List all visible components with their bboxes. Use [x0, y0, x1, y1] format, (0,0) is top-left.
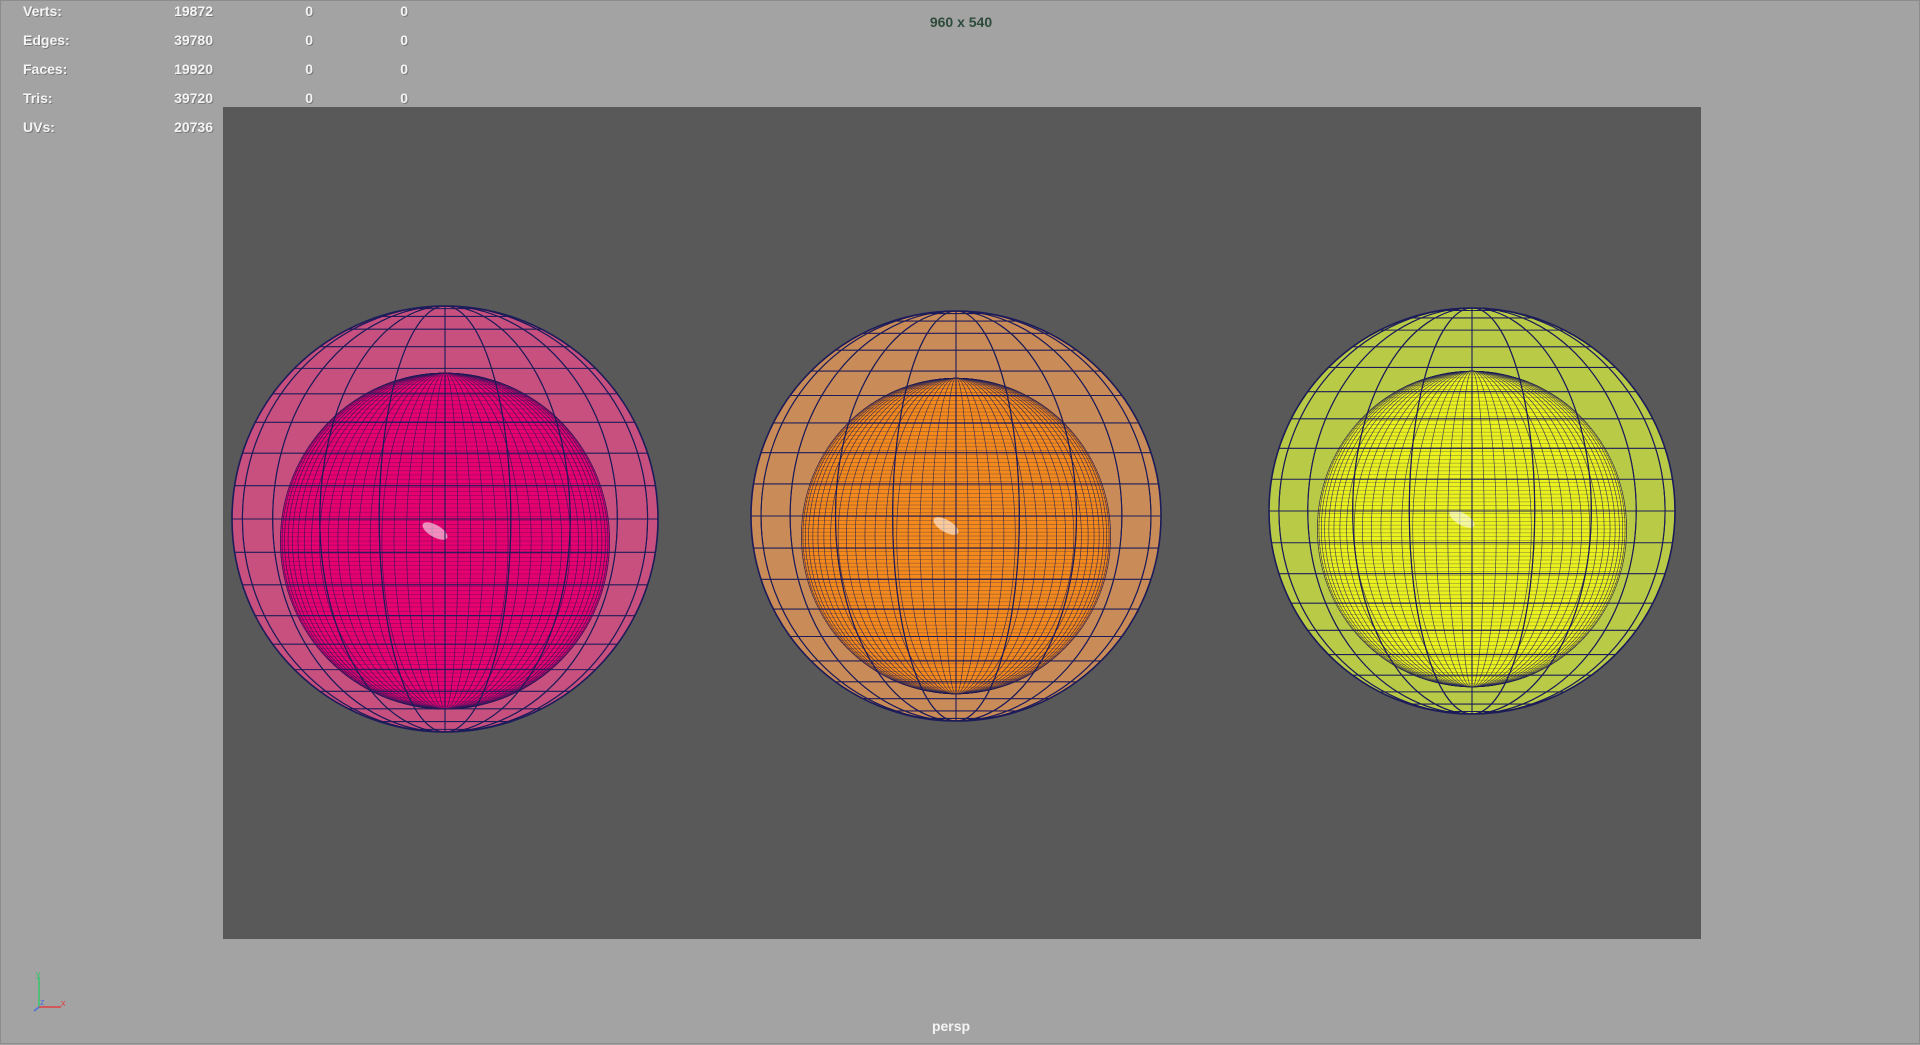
camera-name-label: persp [931, 1018, 971, 1034]
sphere-pink[interactable] [231, 305, 659, 733]
scene-objects [231, 305, 1676, 733]
3d-viewport[interactable]: Verts: 19872 0 0 Edges: 39780 0 0 Faces:… [0, 0, 1920, 1044]
axis-gizmo-icon: y x z [33, 971, 66, 1012]
axis-y-label: y [36, 971, 41, 979]
sphere-orange[interactable] [750, 310, 1162, 722]
sphere-yellow[interactable] [1268, 307, 1676, 715]
axis-z-label: z [40, 997, 45, 1007]
axis-x-label: x [61, 998, 66, 1008]
